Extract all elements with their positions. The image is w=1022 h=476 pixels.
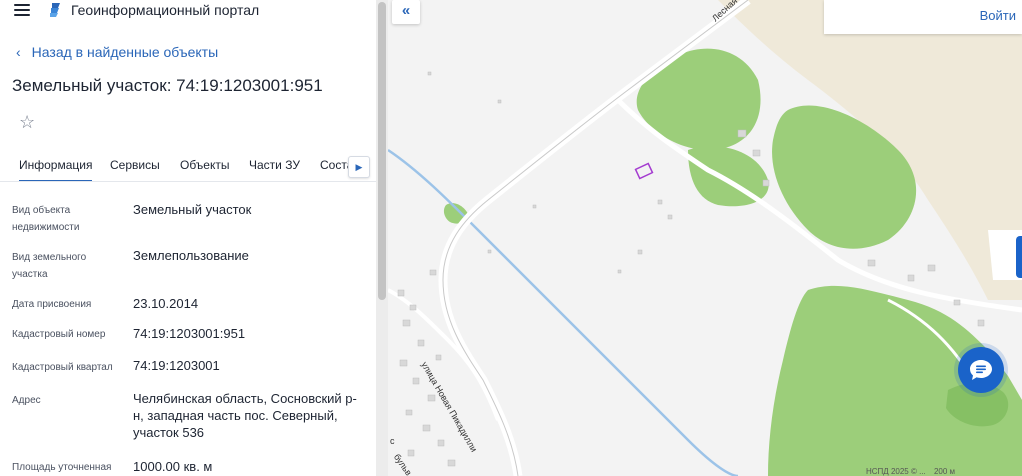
scrollbar-thumb[interactable] (378, 2, 386, 300)
tabs-scroll-right-button[interactable]: ▶ (348, 156, 370, 178)
attr-value-cadastral-number: 74:19:1203001:951 (133, 326, 246, 341)
attr-label-land-type: Вид земельного участка (12, 252, 87, 280)
tab-information[interactable]: Информация (19, 158, 93, 181)
collapse-panel-button[interactable]: « (392, 0, 420, 24)
info-panel: Геоинформационный портал ‹ Назад в найден… (0, 0, 388, 476)
top-bar: Геоинформационный портал (0, 0, 376, 24)
scale-label: 200 м (933, 467, 956, 476)
login-button[interactable]: Войти (980, 8, 1016, 23)
river (388, 148, 739, 476)
map-canvas[interactable] (388, 0, 1022, 476)
chat-icon (970, 360, 992, 380)
attr-value-area: 1000.00 кв. м (133, 459, 213, 474)
attr-value-object-type: Земельный участок (133, 202, 252, 217)
selected-parcel (634, 162, 654, 180)
attr-label-area: Площадь уточненная (12, 462, 112, 473)
chat-button[interactable] (958, 347, 1004, 393)
tab-objects[interactable]: Объекты (180, 158, 230, 172)
attr-value-assign-date: 23.10.2014 (133, 296, 199, 311)
hamburger-icon[interactable] (14, 4, 30, 16)
attr-value-address: Челябинская область, Сосновский р-н, зап… (133, 391, 357, 440)
attr-label-cadastral-number: Кадастровый номер (12, 329, 106, 340)
street-label-fragment: с (390, 436, 395, 446)
tab-services[interactable]: Сервисы (110, 158, 160, 172)
back-link-label: Назад в найденные объекты (31, 44, 219, 60)
attr-value-land-type: Землепользование (133, 248, 249, 263)
attr-label-address: Адрес (12, 395, 41, 406)
tab-bar: Информация Сервисы Объекты Части ЗУ Сост… (0, 146, 376, 182)
back-to-results-link[interactable]: ‹ Назад в найденные объекты (16, 44, 218, 60)
attr-label-assign-date: Дата присвоения (12, 299, 92, 310)
copyright-text: НСПД 2025 © ... (866, 467, 926, 476)
tab-parts[interactable]: Части ЗУ (249, 158, 300, 172)
attr-label-cadastral-quarter: Кадастровый квартал (12, 362, 113, 373)
app-title: Геоинформационный портал (71, 2, 260, 18)
attr-value-cadastral-quarter: 74:19:1203001 (133, 358, 220, 373)
login-box: Войти (824, 0, 1022, 34)
favorite-star-icon[interactable]: ☆ (19, 112, 35, 133)
map-view[interactable]: Лесная улица Новая Пикадилли бульв с (388, 0, 1022, 476)
chevron-left-icon: ‹ (16, 44, 21, 60)
attr-label-object-type: Вид объекта недвижимости (12, 205, 80, 233)
object-title: Земельный участок: 74:19:1203001:951 (12, 76, 323, 95)
side-panel-tab[interactable] (1016, 236, 1022, 278)
portal-logo-icon (50, 3, 60, 17)
map-attribution: НСПД 2025 © ... 200 м (866, 467, 955, 476)
panel-scrollbar[interactable] (376, 0, 388, 476)
